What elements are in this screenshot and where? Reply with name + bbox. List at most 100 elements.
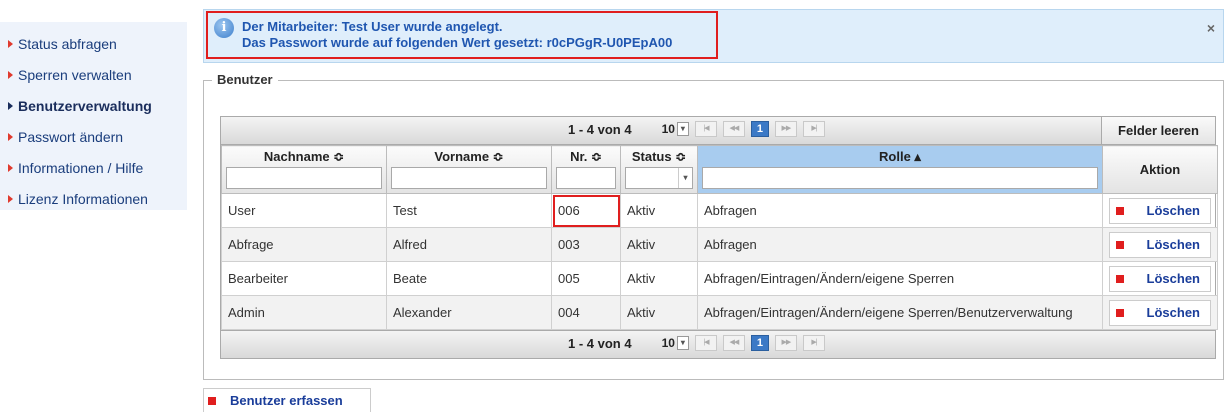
column-header-status[interactable]: Status ≎ ▾	[620, 145, 698, 194]
cell-vorname: Beate	[386, 261, 552, 296]
sidebar-item-informationen-hilfe[interactable]: Informationen / Hilfe	[0, 152, 187, 183]
create-user-button[interactable]: Benutzer erfassen	[203, 388, 371, 412]
sidebar-nav: Status abfragen Sperren verwalten Benutz…	[0, 22, 187, 210]
delete-button[interactable]: Löschen	[1109, 231, 1211, 258]
clear-fields-button[interactable]: Felder leeren	[1101, 117, 1215, 144]
table-row[interactable]: Admin Alexander 004 Aktiv Abfragen/Eintr…	[221, 295, 1218, 330]
sidebar-item-label: Informationen / Hilfe	[18, 159, 144, 176]
sidebar-item-label: Lizenz Informationen	[18, 190, 148, 207]
info-message-line1: Der Mitarbeiter: Test User wurde angeleg…	[242, 19, 503, 34]
arrow-right-icon	[8, 39, 13, 48]
users-table: Nachname ≎ Vorname ≎ Nr. ≎ Status ≎ ▾ Ro…	[221, 145, 1218, 330]
delete-label: Löschen	[1146, 237, 1200, 252]
column-header-nachname[interactable]: Nachname ≎	[221, 145, 387, 194]
table-row[interactable]: User Test 006 Aktiv Abfragen Löschen	[221, 193, 1218, 228]
info-message-line2: Das Passwort wurde auf folgenden Wert ge…	[242, 35, 673, 50]
sidebar-item-label: Passwort ändern	[18, 128, 124, 145]
chevron-down-icon: ▾	[676, 336, 689, 350]
column-header-nr[interactable]: Nr. ≎	[551, 145, 621, 194]
pager-top: 1 - 4 von 4 10 ▾ |◀ ◀◀ 1 ▶▶ ▶| Felder lee…	[221, 117, 1215, 145]
prev-page-icon[interactable]: ◀◀	[722, 335, 745, 351]
create-user-label: Benutzer erfassen	[230, 393, 343, 408]
filter-rolle-input[interactable]	[702, 167, 1098, 189]
delete-label: Löschen	[1146, 271, 1200, 286]
arrow-right-icon	[8, 132, 13, 141]
filter-nr-input[interactable]	[556, 167, 616, 189]
cell-status: Aktiv	[620, 227, 698, 262]
current-page-button[interactable]: 1	[750, 335, 769, 351]
table-row[interactable]: Bearbeiter Beate 005 Aktiv Abfragen/Eint…	[221, 261, 1218, 296]
sidebar-item-passwort-aendern[interactable]: Passwort ändern	[0, 121, 187, 152]
delete-icon	[1116, 308, 1124, 317]
cell-vorname: Test	[386, 193, 552, 228]
current-page-button[interactable]: 1	[750, 121, 769, 137]
arrow-right-icon	[8, 163, 13, 172]
cell-status: Aktiv	[620, 261, 698, 296]
arrow-right-icon	[8, 194, 13, 203]
sidebar-item-lizenz-informationen[interactable]: Lizenz Informationen	[0, 183, 187, 214]
filter-vorname-input[interactable]	[391, 167, 547, 189]
delete-icon	[1116, 240, 1124, 249]
rows-per-page-select[interactable]: 10 ▾	[662, 336, 689, 350]
column-label-nachname: Nachname ≎	[263, 149, 345, 164]
delete-icon	[1116, 206, 1124, 215]
delete-button[interactable]: Löschen	[1109, 197, 1211, 224]
next-page-icon[interactable]: ▶▶	[774, 335, 797, 351]
column-header-rolle[interactable]: Rolle ▴	[697, 145, 1103, 194]
cell-rolle: Abfragen/Eintragen/Ändern/eigene Sperren	[697, 261, 1103, 296]
cell-aktion: Löschen	[1102, 261, 1218, 296]
sidebar-item-status-abfragen[interactable]: Status abfragen	[0, 28, 187, 59]
cell-rolle: Abfragen	[697, 193, 1103, 228]
cell-aktion: Löschen	[1102, 227, 1218, 262]
filter-status-select[interactable]: ▾	[625, 167, 693, 189]
pager-count: 1 - 4 von 4	[568, 121, 632, 137]
first-page-icon[interactable]: |◀	[694, 335, 717, 351]
sidebar-item-label: Sperren verwalten	[18, 66, 132, 83]
sidebar-item-sperren-verwalten[interactable]: Sperren verwalten	[0, 59, 187, 90]
filter-nachname-input[interactable]	[226, 167, 382, 189]
close-icon[interactable]: ×	[1207, 20, 1215, 36]
rows-per-page-value: 10	[661, 336, 675, 350]
cell-vorname: Alfred	[386, 227, 552, 262]
next-page-icon[interactable]: ▶▶	[774, 121, 797, 137]
add-icon	[208, 396, 216, 405]
delete-button[interactable]: Löschen	[1109, 299, 1211, 326]
delete-button[interactable]: Löschen	[1109, 265, 1211, 292]
delete-icon	[1116, 274, 1124, 283]
cell-nr: 005	[551, 261, 621, 296]
rows-per-page-value: 10	[661, 122, 675, 136]
last-page-icon[interactable]: ▶|	[802, 335, 825, 351]
cell-nachname: Abfrage	[221, 227, 387, 262]
column-label-rolle: Rolle ▴	[879, 149, 921, 164]
prev-page-icon[interactable]: ◀◀	[722, 121, 745, 137]
cell-rolle: Abfragen	[697, 227, 1103, 262]
sidebar-item-label: Status abfragen	[18, 35, 117, 52]
cell-nachname: User	[221, 193, 387, 228]
chevron-down-icon: ▾	[678, 168, 692, 188]
info-message: Der Mitarbeiter: Test User wurde angeleg…	[242, 19, 672, 51]
first-page-icon[interactable]: |◀	[694, 121, 717, 137]
table-row[interactable]: Abfrage Alfred 003 Aktiv Abfragen Lösche…	[221, 227, 1218, 262]
cell-aktion: Löschen	[1102, 193, 1218, 228]
rows-per-page-select[interactable]: 10 ▾	[662, 122, 689, 136]
cell-nachname: Admin	[221, 295, 387, 330]
info-banner: i Der Mitarbeiter: Test User wurde angel…	[203, 9, 1224, 63]
delete-label: Löschen	[1146, 305, 1200, 320]
column-label-nr: Nr. ≎	[570, 149, 602, 164]
column-header-vorname[interactable]: Vorname ≎	[386, 145, 552, 194]
users-grid: 1 - 4 von 4 10 ▾ |◀ ◀◀ 1 ▶▶ ▶| Felder lee…	[220, 116, 1218, 359]
pager-count: 1 - 4 von 4	[568, 335, 632, 351]
cell-status: Aktiv	[620, 193, 698, 228]
last-page-icon[interactable]: ▶|	[802, 121, 825, 137]
info-icon: i	[214, 18, 234, 38]
sidebar-item-label: Benutzerverwaltung	[18, 97, 152, 114]
delete-label: Löschen	[1146, 203, 1200, 218]
sidebar-item-benutzerverwaltung[interactable]: Benutzerverwaltung	[0, 90, 187, 121]
cell-vorname: Alexander	[386, 295, 552, 330]
column-header-aktion: Aktion	[1102, 145, 1218, 194]
cell-status: Aktiv	[620, 295, 698, 330]
column-label-status: Status ≎	[631, 149, 687, 164]
pager-bottom: 1 - 4 von 4 10 ▾ |◀ ◀◀ 1 ▶▶ ▶|	[221, 330, 1215, 358]
arrow-right-icon	[8, 101, 13, 110]
column-label-vorname: Vorname ≎	[434, 149, 504, 164]
